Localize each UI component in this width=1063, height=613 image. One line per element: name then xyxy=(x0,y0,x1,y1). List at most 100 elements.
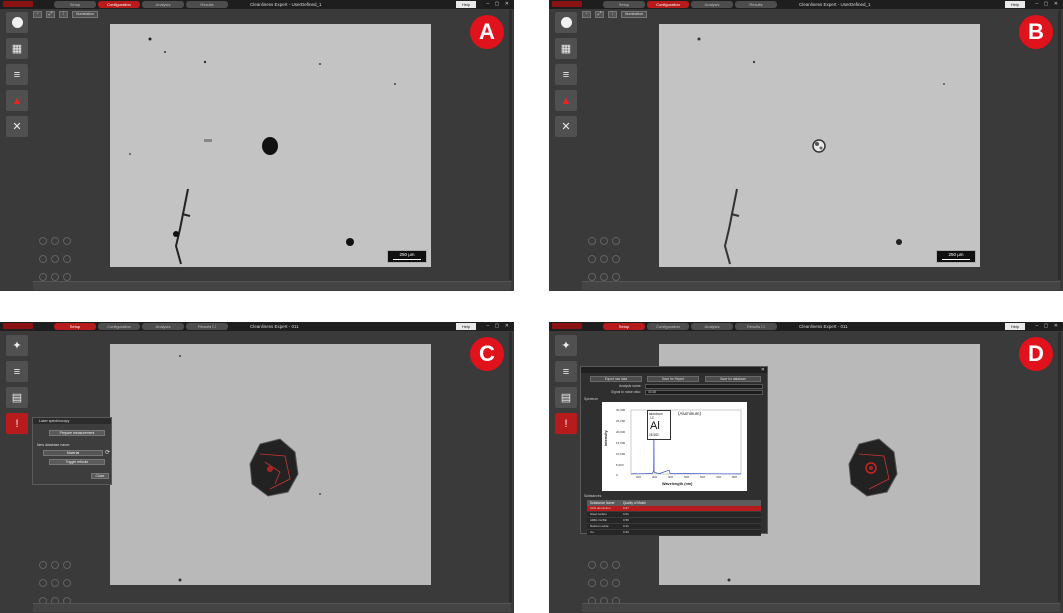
fit-icon[interactable]: ▫ xyxy=(582,10,591,18)
tab-configuration[interactable]: Configuration xyxy=(98,1,140,8)
sidebar-list-icon[interactable]: ▤ xyxy=(555,387,577,408)
main-tabs: Setup Configuration Analysis Results xyxy=(54,1,228,8)
refresh-icon[interactable]: ⟳ xyxy=(105,449,110,456)
expand-icon[interactable]: ⤢ xyxy=(46,10,55,18)
help-button[interactable]: Help xyxy=(456,1,476,8)
illumination-button[interactable]: Illumination xyxy=(72,10,99,18)
stage-nav-controls[interactable] xyxy=(37,557,77,605)
sidebar-grid-icon[interactable]: ▦ xyxy=(6,38,28,59)
expand-icon[interactable]: ⤢ xyxy=(595,10,604,18)
stage-nav-controls[interactable] xyxy=(37,233,77,281)
analysis-name-input[interactable] xyxy=(645,384,763,389)
main-tabs: Setup Configuration Analysis Results xyxy=(603,1,777,8)
right-strip xyxy=(509,332,512,602)
tab-results[interactable]: Results xyxy=(186,1,228,8)
help-button[interactable]: Help xyxy=(1005,323,1025,330)
window-title: Cleanliness Expert - UserDefined_1 xyxy=(799,2,871,7)
tab-results[interactable]: Results ☐ xyxy=(735,323,777,330)
main-tabs: Setup Configuration Analysis Results ☐ xyxy=(603,323,777,330)
split-icon[interactable]: ⫶ xyxy=(59,10,68,18)
spectrum-section-label: Spectrum xyxy=(584,397,599,401)
brand-logo xyxy=(552,323,582,329)
title-bar: Setup Configuration Analysis Results Cle… xyxy=(549,0,1063,9)
status-bar xyxy=(33,281,511,290)
window-controls[interactable]: – ▢ ✕ xyxy=(487,0,511,9)
microscope-image[interactable]: 250 µm xyxy=(659,24,980,267)
dialog-header: ✕ xyxy=(581,367,767,373)
sidebar-laser-icon[interactable]: ! xyxy=(6,413,28,434)
left-sidebar: ▦ ≡ ▲ ✕ xyxy=(6,12,28,137)
tab-setup[interactable]: Setup xyxy=(603,1,645,8)
tab-configuration[interactable]: Configuration xyxy=(98,323,140,330)
tab-configuration[interactable]: Configuration xyxy=(647,1,689,8)
sidebar-microscope-icon[interactable]: ✦ xyxy=(555,335,577,356)
sidebar-clock-icon[interactable] xyxy=(6,12,28,33)
tab-configuration[interactable]: Configuration xyxy=(647,323,689,330)
toggle-reticule-button[interactable]: Toggle reticule xyxy=(49,459,105,465)
fit-icon[interactable]: ▫ xyxy=(33,10,42,18)
help-button[interactable]: Help xyxy=(1005,1,1025,8)
sidebar-tools-icon[interactable]: ✕ xyxy=(6,116,28,137)
illumination-button[interactable]: Illumination xyxy=(621,10,648,18)
brand-logo xyxy=(3,323,33,329)
window-title: Cleanliness Expert - 011 xyxy=(799,324,848,329)
microscope-image[interactable] xyxy=(110,344,431,585)
panel-label-badge: A xyxy=(470,15,504,49)
stage-nav-controls[interactable] xyxy=(586,557,626,605)
brand-logo xyxy=(3,1,33,7)
left-sidebar: ▦ ≡ ▲ ✕ xyxy=(555,12,577,137)
sidebar-steps-icon[interactable]: ≡ xyxy=(555,361,577,382)
tab-results[interactable]: Results xyxy=(735,1,777,8)
dialog-header: Laser spectroscopy xyxy=(33,418,111,424)
tab-results[interactable]: Results ☐ xyxy=(186,323,228,330)
sidebar-spectrum-icon[interactable]: ▲ xyxy=(555,90,577,111)
tab-analysis[interactable]: Analysis xyxy=(142,1,184,8)
right-strip xyxy=(1058,10,1061,280)
panel-c: Setup Configuration Analysis Results ☐ C… xyxy=(0,322,514,613)
window-controls[interactable]: – ▢ ✕ xyxy=(487,322,511,331)
tab-analysis[interactable]: Analysis xyxy=(142,323,184,330)
sidebar-steps-icon[interactable]: ≡ xyxy=(6,361,28,382)
scale-bar: 250 µm xyxy=(387,250,427,263)
help-button[interactable]: Help xyxy=(456,323,476,330)
tab-setup[interactable]: Setup xyxy=(54,323,96,330)
sidebar-steps-icon[interactable]: ≡ xyxy=(555,64,577,85)
spectrum-results-dialog: ✕ Export raw data Save for Report Save f… xyxy=(580,366,768,536)
viewer-toolbar: ▫ ⤢ ⫶ Illumination xyxy=(33,10,99,18)
particle-image-c xyxy=(178,355,321,582)
microscope-image[interactable]: 250 µm xyxy=(110,24,431,267)
panel-label-badge: D xyxy=(1019,337,1053,371)
sidebar-clock-icon[interactable] xyxy=(555,12,577,33)
tab-analysis[interactable]: Analysis xyxy=(691,1,733,8)
title-bar: Setup Configuration Analysis Results ☐ C… xyxy=(0,322,514,331)
sidebar-steps-icon[interactable]: ≡ xyxy=(6,64,28,85)
prepare-measurement-button[interactable]: Prepare measurement xyxy=(49,430,105,436)
export-raw-data-button[interactable]: Export raw data xyxy=(590,376,642,382)
window-controls[interactable]: – ▢ ✕ xyxy=(1036,0,1060,9)
main-tabs: Setup Configuration Analysis Results ☐ xyxy=(54,323,228,330)
split-icon[interactable]: ⫶ xyxy=(608,10,617,18)
tab-setup[interactable]: Setup xyxy=(603,323,645,330)
stage-nav-controls[interactable] xyxy=(586,233,626,281)
tab-analysis[interactable]: Analysis xyxy=(691,323,733,330)
tab-setup[interactable]: Setup xyxy=(54,1,96,8)
save-for-database-button[interactable]: Save for database xyxy=(705,376,761,382)
close-button[interactable]: Close xyxy=(91,473,109,479)
sidebar-microscope-icon[interactable]: ✦ xyxy=(6,335,28,356)
table-row[interactable]: Cu 0.30 xyxy=(587,530,761,536)
title-bar: Setup Configuration Analysis Results ☐ C… xyxy=(549,322,1063,331)
signal-noise-label: Signal to noise ratio: xyxy=(611,390,641,394)
sidebar-spectrum-icon[interactable]: ▲ xyxy=(6,90,28,111)
sidebar-list-icon[interactable]: ▤ xyxy=(6,387,28,408)
sidebar-grid-icon[interactable]: ▦ xyxy=(555,38,577,59)
viewer-toolbar: ▫ ⤢ ⫶ Illumination xyxy=(582,10,648,18)
laser-spectroscopy-dialog: Laser spectroscopy Prepare measurement N… xyxy=(32,417,112,485)
close-icon[interactable]: ✕ xyxy=(761,367,765,373)
save-for-report-button[interactable]: Save for Report xyxy=(647,376,699,382)
particle-image-a xyxy=(129,37,396,265)
window-controls[interactable]: – ▢ ✕ xyxy=(1036,322,1060,331)
sidebar-tools-icon[interactable]: ✕ xyxy=(555,116,577,137)
database-select[interactable]: Material xyxy=(43,450,103,456)
sidebar-laser-icon[interactable]: ! xyxy=(555,413,577,434)
new-database-label: New database name: xyxy=(37,443,71,447)
